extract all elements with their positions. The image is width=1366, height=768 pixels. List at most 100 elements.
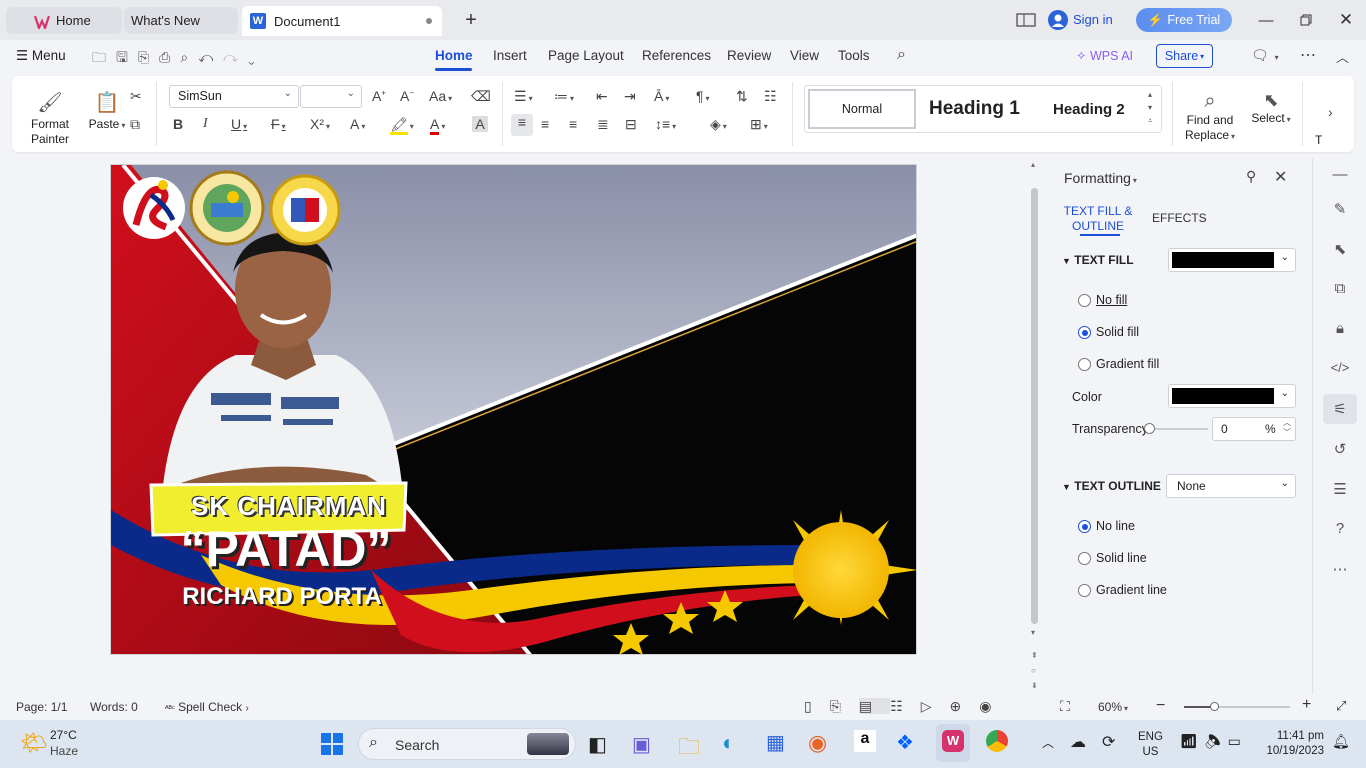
bullets-icon[interactable]: ☰ ▾ [514,88,533,105]
increase-indent-icon[interactable]: ⇥ [624,88,636,105]
dropbox-icon[interactable]: ❖ [896,730,914,755]
tab-references[interactable]: References [642,48,711,63]
share-button[interactable]: Share ▾ [1156,44,1213,68]
page-navigation-icons[interactable]: ⇞ ○ ⇟ [1031,648,1038,693]
change-case-icon[interactable]: Aa ▾ [429,88,452,104]
wps-office-icon[interactable]: W [942,730,964,752]
table-border-icon[interactable]: ☷ [764,88,777,105]
taskbar-search-input[interactable]: ⌕ Search [358,728,576,760]
gradient-fill-radio[interactable] [1078,358,1091,371]
windows-start-icon[interactable] [320,732,344,756]
tab-tools[interactable]: Tools [838,48,870,63]
menu-button[interactable]: ☰ Menu [16,48,66,64]
align-center-icon[interactable]: ≡ [541,116,549,132]
outline-select[interactable]: None ⌄ [1166,474,1296,498]
save-icon[interactable]: 🖫 [116,49,138,65]
free-trial-button[interactable]: ⚡ Free Trial [1136,8,1232,32]
gradient-line-label[interactable]: Gradient line [1096,583,1167,597]
search-icon[interactable]: ⌕ [897,46,906,64]
code-icon[interactable]: </> [1330,360,1350,380]
pen-icon[interactable]: ✎ [1330,200,1350,220]
document-page[interactable]: SK CHAIRMAN “PATAD” RICHARD PORTA [110,164,917,655]
no-fill-radio[interactable] [1078,294,1091,307]
chevron-up-icon[interactable]: ︿ [1042,734,1054,751]
edge-icon[interactable]: ◐ [722,730,735,756]
no-line-label[interactable]: No line [1096,519,1135,533]
justify-icon[interactable]: ≣ [597,116,609,133]
solid-fill-radio[interactable] [1078,326,1091,339]
decrease-indent-icon[interactable]: ⇤ [596,88,608,105]
weather-description[interactable]: Haze [50,744,78,758]
style-heading-1[interactable]: Heading 1 [929,98,1020,120]
chevron-down-icon[interactable]: ⌄ [248,49,265,65]
clock[interactable]: 11:41 pm 10/19/2023 [1258,729,1324,759]
style-heading-2[interactable]: Heading 2 [1053,101,1125,118]
text-direction-icon[interactable]: Ā ▾ [654,88,669,104]
transparency-slider-thumb[interactable] [1144,423,1155,434]
language-indicator[interactable]: ENG US [1138,730,1163,760]
weather-temperature[interactable]: 27°C [50,728,77,742]
minimize-icon[interactable]: — [1254,8,1278,32]
tab-whats-new[interactable]: What's New [124,7,238,34]
tab-insert[interactable]: Insert [493,48,527,63]
tab-home-ribbon[interactable]: Home [435,48,473,63]
collapse-ribbon-icon[interactable]: ︿ [1336,47,1349,66]
solid-fill-label[interactable]: Solid fill [1096,325,1139,339]
eye-icon[interactable]: ◉ [979,698,1009,714]
zoom-in-icon[interactable]: + [1302,696,1311,714]
chrome-icon[interactable] [986,730,1008,752]
adjustments-icon[interactable]: ⚟ [1330,400,1350,420]
paste-button[interactable]: 📋 Paste ▾ [82,90,132,131]
history-icon[interactable]: ↺ [1330,440,1350,460]
outline-view-icon[interactable]: ☷ [890,698,921,714]
strikethrough-icon[interactable]: F ▾ [271,116,286,132]
align-left-icon[interactable]: ≡ [511,114,533,136]
solid-line-label[interactable]: Solid line [1096,551,1147,565]
system-tray-icons[interactable]: 📶︎🔈︎▭ [1180,733,1247,750]
web-view-icon[interactable]: ⊕ [950,698,980,714]
scrollbar-thumb[interactable] [1031,188,1038,624]
fit-page-icon[interactable]: ⛶ [1060,698,1070,715]
styles-scroll[interactable]: ▴ ▾ ⩡ [1148,88,1153,127]
tab-home[interactable]: Home [6,7,122,34]
no-fill-label[interactable]: No fill [1096,293,1127,307]
comment-icon[interactable]: 🗨 ▾ [1251,47,1279,64]
sync-icon[interactable]: ⟳ [1102,732,1115,752]
solid-line-radio[interactable] [1078,552,1091,565]
restore-icon[interactable] [1294,8,1318,32]
style-normal[interactable]: Normal [808,89,916,129]
distributed-icon[interactable]: ⊟ [625,116,637,133]
sort-icon[interactable]: ⇅ [736,88,748,105]
firefox-icon[interactable]: ◉ [808,730,827,756]
page-indicator[interactable]: Page: 1/1 [16,700,67,714]
sign-in-link[interactable]: Sign in [1073,12,1113,27]
teams-icon[interactable]: ▣ [632,732,651,757]
scroll-up-icon[interactable]: ▴ [1031,160,1035,169]
no-line-radio[interactable] [1078,520,1091,533]
spinner-icon[interactable]: ︿ ﹀ [1283,418,1291,438]
export-icon[interactable]: ⎘ [138,49,159,65]
color-picker[interactable]: ⌄ [1168,384,1296,408]
superscript-icon[interactable]: X² ▾ [310,116,330,132]
fullscreen-icon[interactable]: ⤢ [1336,698,1346,714]
lock-icon[interactable]: 🔒︎ [1330,320,1350,340]
more-options-icon[interactable]: ⋯ [1300,45,1316,65]
text-effects-icon[interactable]: A ▾ [350,116,365,132]
character-shading-icon[interactable]: A [472,116,488,132]
read-mode-icon[interactable]: ▯ [804,698,830,714]
undo-icon[interactable]: ↶ [198,49,223,65]
shrink-font-icon[interactable]: A− [400,88,414,104]
weather-icon[interactable]: 🌤︎ [20,730,48,756]
text-fill-section-header[interactable]: ▼ TEXT FILL [1062,253,1134,267]
pin-icon[interactable]: ⚲ [1246,168,1256,185]
copy-format-icon[interactable]: ⧉ [1330,280,1350,300]
copy-icon[interactable]: ⧉ [130,116,140,133]
notification-icon[interactable]: 🔔︎ [1332,733,1350,750]
tab-text-fill-outline[interactable]: TEXT FILL & OUTLINE [1060,204,1136,234]
unsaved-dot-icon[interactable] [426,18,432,24]
align-right-icon[interactable]: ≡ [569,116,577,132]
collapse-sidebar-icon[interactable]: — [1330,166,1350,186]
user-avatar-icon[interactable] [1048,10,1068,30]
task-view-icon[interactable]: ◧ [588,732,607,757]
open-folder-icon[interactable]: 🗀 [92,49,116,65]
